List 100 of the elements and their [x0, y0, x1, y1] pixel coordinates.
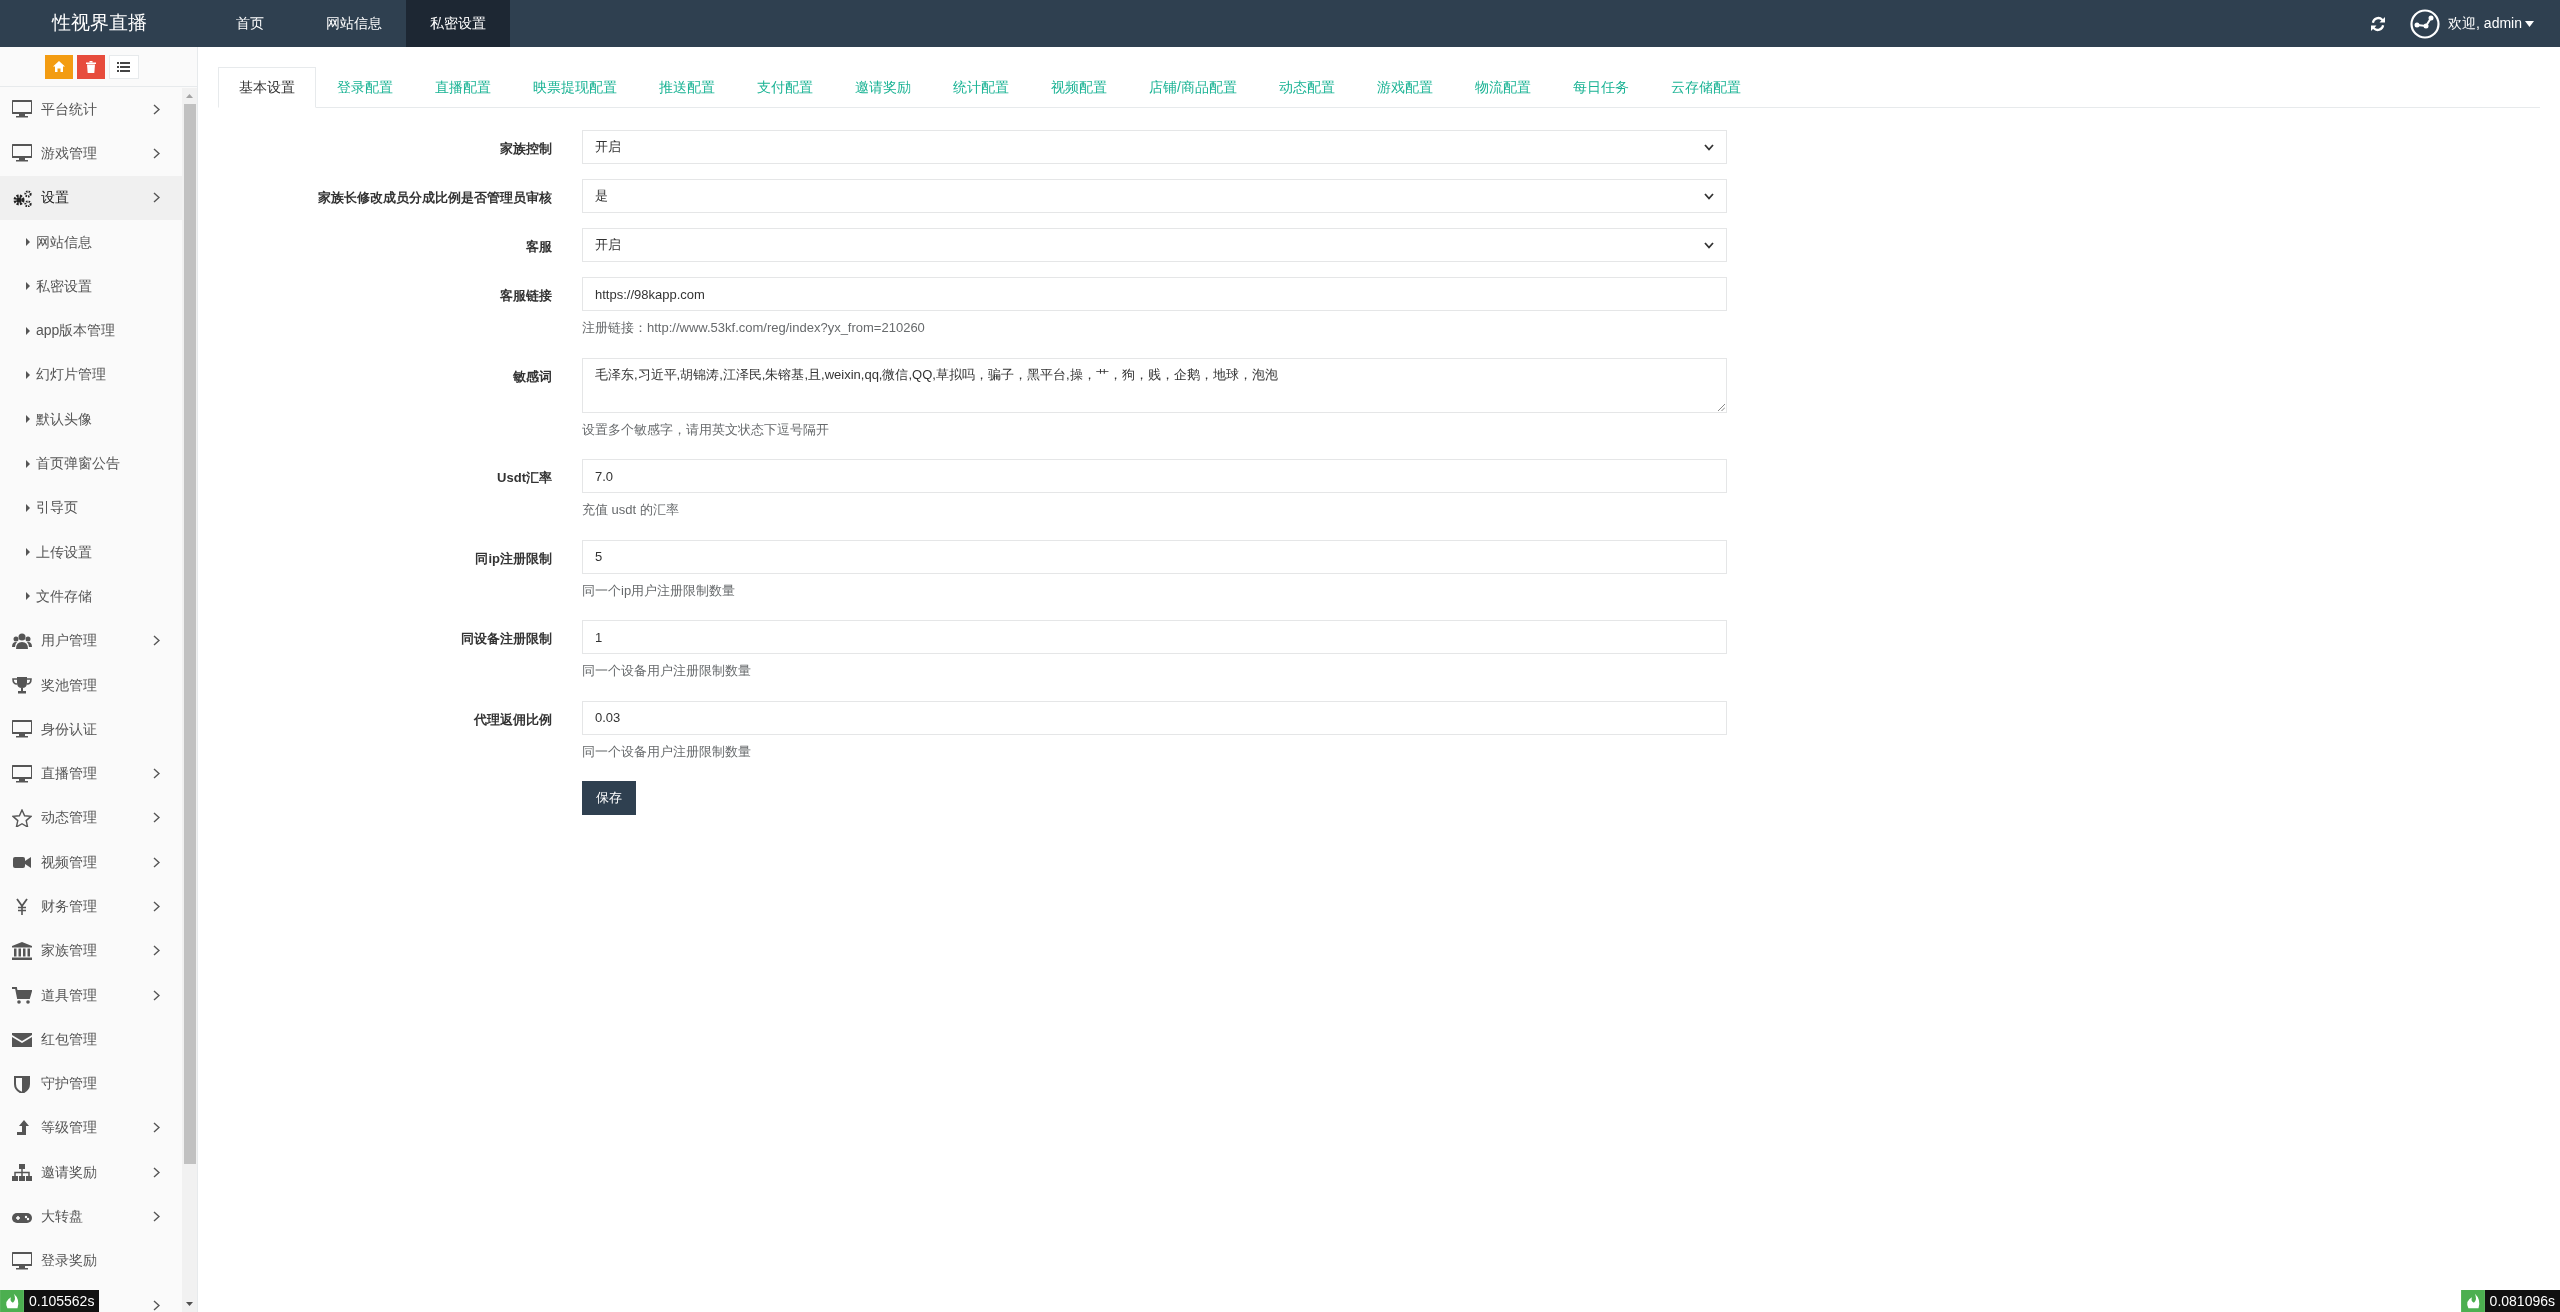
monitor-icon: [12, 720, 32, 739]
help-text: 同一个设备用户注册限制数量: [582, 662, 752, 680]
chevron-right-icon: [153, 192, 160, 204]
sidebar-subitem[interactable]: 文件存储: [0, 574, 182, 619]
sidebar-item[interactable]: 身份认证: [0, 707, 182, 752]
scroll-up-icon: [186, 94, 193, 98]
chevron-right-icon: [153, 1122, 160, 1134]
select-field[interactable]: 是: [582, 179, 1727, 213]
caret-right-icon: [26, 592, 30, 601]
textarea-field[interactable]: 毛泽东,习近平,胡锦涛,江泽民,朱镕基,且,weixin,qq,微信,QQ,草拟吗，骗子，黑平台,操，艹，狗，贱，企鹅，地球，泡泡: [582, 357, 1727, 413]
monitor-icon: [12, 1251, 32, 1270]
sidebar-item[interactable]: 设置: [0, 175, 182, 220]
help-text: 注册链接：http://www.53kf.com/reg/index?yx_from=210260: [582, 319, 926, 337]
chevron-right-icon: [153, 945, 160, 957]
help-text: 同一个设备用户注册限制数量: [582, 742, 752, 761]
save-button[interactable]: 保存: [582, 781, 636, 815]
input-field[interactable]: 1: [582, 620, 1727, 654]
chevron-right-icon: [153, 1211, 160, 1223]
home-icon: [52, 61, 65, 72]
sidebar-item[interactable]: 家族管理: [0, 928, 182, 973]
sidebar-item[interactable]: 大转盘: [0, 1194, 182, 1239]
user-menu[interactable]: 欢迎, admin: [2448, 13, 2534, 34]
sidebar-item[interactable]: 财务管理: [0, 884, 182, 929]
list-icon: [117, 61, 130, 72]
chevron-down-icon: [1704, 241, 1714, 249]
sidebar-subitem[interactable]: 引导页: [0, 485, 182, 530]
caret-right-icon: [26, 503, 30, 512]
tab[interactable]: 基本设置: [218, 67, 316, 108]
input-field[interactable]: 0.03: [582, 700, 1727, 735]
scroll-down-icon: [186, 1302, 193, 1306]
select-field[interactable]: 开启: [582, 130, 1727, 164]
sidebar-item[interactable]: 游戏管理: [0, 131, 182, 176]
sidebar-item[interactable]: 视频管理: [0, 840, 182, 885]
sidebar-item[interactable]: 动态管理: [0, 795, 182, 841]
input-field[interactable]: 7.0: [582, 459, 1727, 493]
help-text: 充值 usdt 的汇率: [582, 501, 680, 519]
flame-logo-icon: [2460, 1290, 2485, 1312]
resize-handle-icon: [1718, 403, 1725, 411]
monitor-icon: [12, 100, 32, 119]
caret-right-icon: [26, 326, 30, 335]
chevron-down-icon: [1704, 143, 1714, 151]
chevron-right-icon: [153, 856, 160, 868]
sidebar-subitem[interactable]: 幻灯片管理: [0, 352, 182, 398]
sidebar-subitem[interactable]: 首页弹窗公告: [0, 441, 182, 486]
sidebar-item[interactable]: 奖池管理: [0, 662, 182, 708]
sidebar-item[interactable]: 登录奖励: [0, 1238, 182, 1283]
sidebar-item[interactable]: 直播管理: [0, 751, 182, 796]
field-label: 敏感词: [512, 367, 553, 386]
field-label: 客服链接: [499, 287, 553, 305]
scrollbar[interactable]: [182, 88, 197, 1312]
site-logo: 性视界直播: [50, 11, 148, 36]
share-circle-icon: [2410, 8, 2441, 39]
field-label: 客服: [525, 238, 553, 256]
nav-link[interactable]: 私密设置: [406, 0, 510, 47]
help-text: 设置多个敏感字，请用英文状态下逗号隔开: [582, 420, 830, 439]
chevron-right-icon: [153, 812, 160, 824]
home-button[interactable]: [44, 54, 73, 79]
sidebar-item[interactable]: 邀请奖励: [0, 1150, 182, 1195]
nav-link[interactable]: 网站信息: [302, 0, 406, 47]
chevron-right-icon: [153, 1166, 160, 1178]
sidebar-item[interactable]: 守护管理: [0, 1061, 182, 1106]
input-field[interactable]: 5: [582, 539, 1727, 574]
nav-link[interactable]: 首页: [198, 0, 302, 47]
delete-button[interactable]: [76, 54, 105, 79]
chevron-right-icon: [153, 1300, 160, 1311]
shield-icon: [12, 1074, 32, 1093]
list-button[interactable]: [108, 54, 139, 79]
input-field[interactable]: https://98kapp.com: [582, 277, 1727, 311]
caret-right-icon: [26, 415, 30, 424]
sidebar-subitem[interactable]: 私密设置: [0, 264, 182, 309]
sidebar-item[interactable]: 道具管理: [0, 972, 182, 1018]
chevron-right-icon: [153, 103, 160, 115]
chevron-right-icon: [153, 635, 160, 647]
sidebar-item[interactable]: 平台统计: [0, 87, 182, 132]
field-label: 同设备注册限制: [460, 630, 553, 648]
sidebar-item[interactable]: 红包管理: [0, 1017, 182, 1062]
caret-right-icon: [26, 370, 30, 379]
sidebar-subitem[interactable]: 上传设置: [0, 529, 182, 575]
monitor-icon: [12, 764, 32, 783]
timer-label: 0.105562s: [24, 1290, 100, 1312]
sitemap-icon: [12, 1163, 32, 1182]
field-label: 家族长修改成员分成比例是否管理员审核: [317, 189, 553, 207]
users-icon: [12, 631, 32, 650]
caret-right-icon: [26, 459, 30, 468]
caret-right-icon: [26, 282, 30, 291]
sidebar-item[interactable]: 等级管理: [0, 1105, 182, 1151]
chevron-right-icon: [153, 147, 160, 159]
bank-icon: [12, 941, 32, 960]
sidebar-subitem[interactable]: 默认头像: [0, 397, 182, 442]
sidebar-item[interactable]: 用户管理: [0, 618, 182, 663]
chevron-down-icon: [1704, 192, 1714, 200]
trophy-icon: [12, 676, 32, 694]
monitor-icon: [12, 144, 32, 163]
chevron-right-icon: [153, 989, 160, 1001]
field-label: 家族控制: [499, 140, 553, 158]
field-label: 同ip注册限制: [474, 549, 553, 568]
trash-icon: [85, 60, 96, 73]
select-field[interactable]: 开启: [582, 228, 1727, 262]
sidebar-subitem[interactable]: 网站信息: [0, 219, 182, 265]
sidebar-subitem[interactable]: app版本管理: [0, 308, 182, 353]
